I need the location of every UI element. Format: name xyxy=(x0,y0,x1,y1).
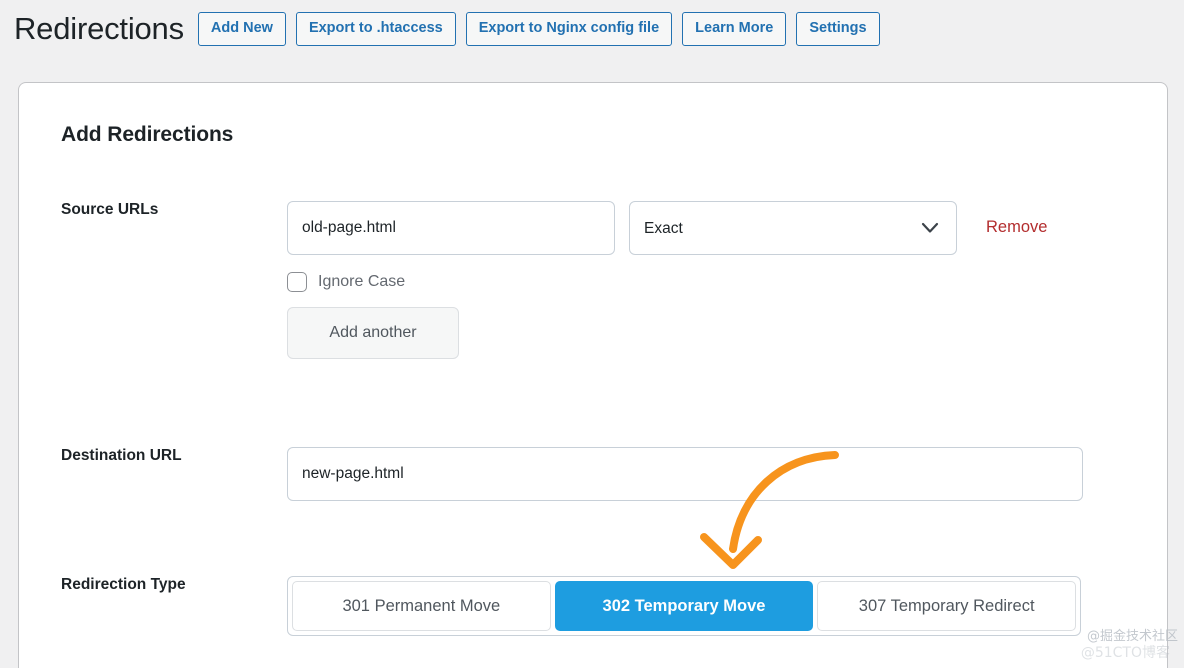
page-header: Redirections Add New Export to .htaccess… xyxy=(0,0,1184,48)
page-title: Redirections xyxy=(14,10,184,47)
ignore-case-checkbox[interactable] xyxy=(287,272,307,292)
ignore-case-label: Ignore Case xyxy=(318,273,405,291)
match-type-select[interactable]: Exact xyxy=(629,201,957,255)
redirection-type-group: 301 Permanent Move 302 Temporary Move 30… xyxy=(287,576,1081,636)
source-url-input[interactable] xyxy=(287,201,615,255)
redirection-type-307-button[interactable]: 307 Temporary Redirect xyxy=(817,581,1076,631)
redirection-type-fields: 301 Permanent Move 302 Temporary Move 30… xyxy=(287,576,1167,636)
match-type-select-wrapper[interactable]: Exact xyxy=(629,201,957,255)
source-url-line: Exact Remove xyxy=(287,201,1167,255)
ignore-case-row[interactable]: Ignore Case xyxy=(287,272,1167,292)
source-urls-label: Source URLs xyxy=(19,201,287,359)
settings-button[interactable]: Settings xyxy=(796,12,879,46)
card-title: Add Redirections xyxy=(61,123,1167,147)
add-redirections-card: Add Redirections Source URLs Exact Remov… xyxy=(18,82,1168,668)
export-htaccess-button[interactable]: Export to .htaccess xyxy=(296,12,456,46)
redirection-type-302-button[interactable]: 302 Temporary Move xyxy=(555,581,814,631)
redirection-type-301-button[interactable]: 301 Permanent Move xyxy=(292,581,551,631)
redirection-type-label: Redirection Type xyxy=(19,576,287,636)
remove-source-link[interactable]: Remove xyxy=(986,218,1047,237)
learn-more-button[interactable]: Learn More xyxy=(682,12,786,46)
source-urls-fields: Exact Remove Ignore Case Add another xyxy=(287,201,1167,359)
redirection-type-row: Redirection Type 301 Permanent Move 302 … xyxy=(19,576,1167,636)
destination-url-input[interactable] xyxy=(287,447,1083,501)
destination-url-fields xyxy=(287,447,1167,501)
add-new-button[interactable]: Add New xyxy=(198,12,286,46)
source-urls-row: Source URLs Exact Remove xyxy=(19,201,1167,359)
destination-url-label: Destination URL xyxy=(19,447,287,501)
add-another-button[interactable]: Add another xyxy=(287,307,459,359)
destination-url-row: Destination URL xyxy=(19,447,1167,501)
export-nginx-button[interactable]: Export to Nginx config file xyxy=(466,12,672,46)
